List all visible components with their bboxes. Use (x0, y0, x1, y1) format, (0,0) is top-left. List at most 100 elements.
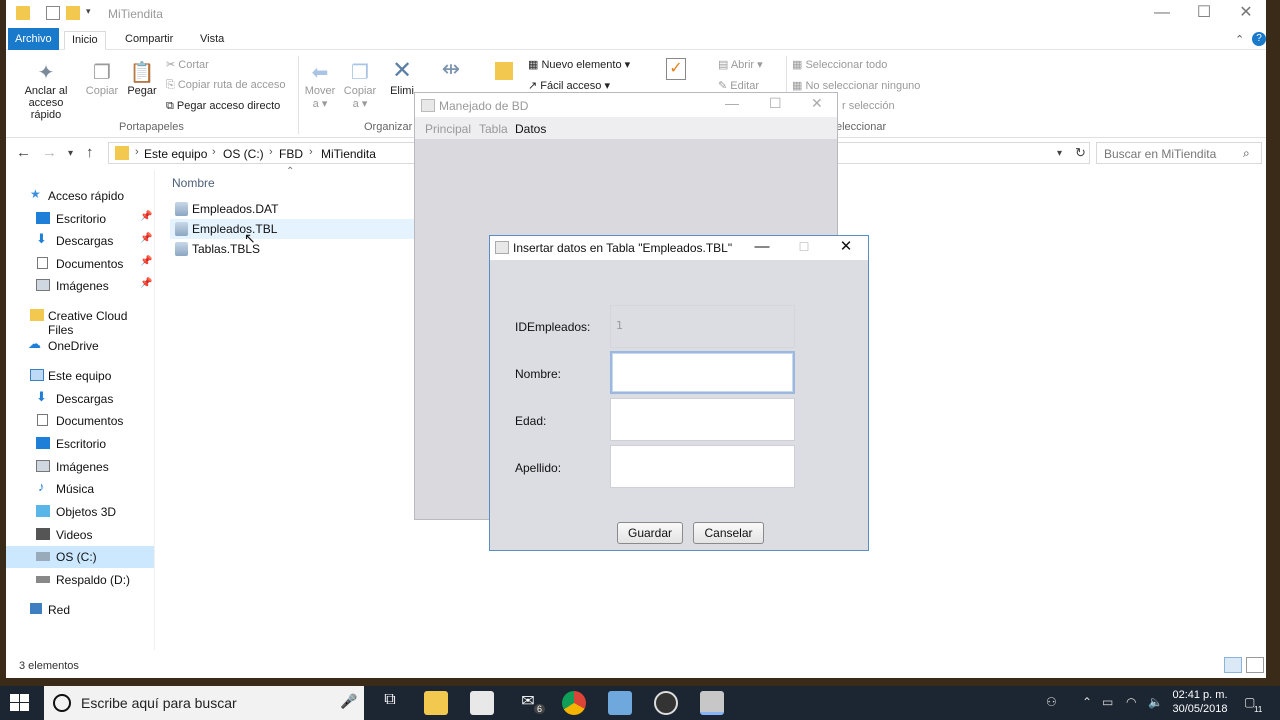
system-clock[interactable]: 02:41 p. m. 30/05/2018 (1168, 688, 1232, 716)
taskbar-search-input[interactable]: Escribe aquí para buscar (81, 695, 237, 711)
chrome-app-icon[interactable] (562, 691, 586, 715)
nav-creative-cloud[interactable]: Creative Cloud Files (6, 305, 154, 337)
select-all-button[interactable]: ▦ Seleccionar todo (792, 58, 887, 71)
nav-imagenes[interactable]: Imágenes 📌 (6, 275, 154, 297)
nav-este-equipo[interactable]: Este equipo (6, 365, 154, 387)
java-taskbar-icon[interactable] (700, 691, 724, 715)
maximize-button[interactable]: ☐ (1182, 0, 1226, 28)
task-view-icon[interactable]: ⧉ (378, 691, 402, 715)
nav-documentos[interactable]: Documentos 📌 (6, 253, 154, 275)
pin-icon[interactable]: 📌 (140, 211, 152, 222)
store-app-icon[interactable] (470, 691, 494, 715)
file-row[interactable]: Empleados.DAT (170, 199, 414, 219)
taskbar-search[interactable]: Escribe aquí para buscar 🎤 (44, 686, 364, 720)
cancel-button[interactable]: Canselar (693, 522, 764, 544)
easy-access-button[interactable]: ↗ Fácil acceso ▾ (528, 79, 610, 92)
nav-pc-imagenes[interactable]: Imágenes (6, 456, 154, 478)
address-dropdown-icon[interactable]: ▾ (1057, 148, 1062, 159)
windows-start-icon[interactable] (10, 694, 30, 712)
nav-respaldo-d[interactable]: Respaldo (D:) (6, 569, 154, 591)
maximize-button[interactable]: ☐ (784, 237, 824, 259)
paste-shortcut-button[interactable]: ⧉ Pegar acceso directo (166, 100, 280, 113)
pin-icon[interactable]: 📌 (140, 278, 152, 289)
battery-icon[interactable]: ▭ (1102, 695, 1113, 709)
minimize-button[interactable]: — (725, 95, 739, 111)
apellido-field[interactable] (610, 445, 795, 488)
file-row[interactable]: Empleados.TBL (170, 219, 414, 239)
copy-button[interactable]: ❐ Copiar (84, 60, 120, 97)
pin-icon[interactable]: 📌 (140, 233, 152, 244)
pin-quick-access-button[interactable]: ✦ Anclar al acceso rápido (12, 60, 80, 121)
help-icon[interactable]: ? (1252, 32, 1266, 46)
nav-pc-documentos[interactable]: Documentos (6, 410, 154, 432)
select-none-button[interactable]: ▦ No seleccionar ninguno (792, 79, 920, 92)
forward-arrow-icon[interactable]: → (42, 144, 57, 161)
collapse-ribbon-icon[interactable]: ⌃ (1228, 31, 1251, 50)
nav-os-c[interactable]: OS (C:) (6, 546, 154, 568)
edad-field[interactable] (610, 398, 795, 441)
nav-acceso-rapido[interactable]: ★ Acceso rápido (6, 185, 154, 207)
rename-icon[interactable]: ⇹ (436, 56, 466, 82)
qat-dropdown-icon[interactable]: ▾ (86, 6, 100, 20)
up-arrow-icon[interactable]: ↑ (86, 144, 94, 161)
crumb-mitiendita[interactable]: MiTiendita (321, 147, 376, 161)
microphone-icon[interactable]: 🎤 (340, 693, 357, 710)
file-row[interactable]: Tablas.TBLS (170, 239, 414, 259)
tab-compartir[interactable]: Compartir (118, 31, 180, 50)
tab-vista[interactable]: Vista (193, 31, 231, 50)
volume-icon[interactable]: 🔈 (1148, 695, 1163, 709)
3d-app-icon[interactable] (608, 691, 632, 715)
nav-descargas[interactable]: ⬇ Descargas 📌 (6, 230, 154, 252)
back-arrow-icon[interactable]: ← (16, 144, 31, 161)
save-button[interactable]: Guardar (617, 522, 683, 544)
cut-button[interactable]: ✂ Cortar (166, 58, 209, 71)
delete-button[interactable]: ✕ Elimi (386, 56, 418, 97)
obs-app-icon[interactable] (654, 691, 678, 715)
pin-icon[interactable]: 📌 (140, 256, 152, 267)
nav-pc-escritorio[interactable]: Escritorio (6, 433, 154, 455)
recent-dropdown-icon[interactable]: ▾ (68, 148, 73, 159)
nombre-field[interactable] (610, 351, 795, 394)
close-button[interactable]: ✕ (811, 95, 823, 112)
nav-red[interactable]: Red (6, 599, 154, 621)
nav-pc-descargas[interactable]: ⬇ Descargas (6, 388, 154, 410)
menu-tabla[interactable]: Tabla (479, 122, 508, 136)
maximize-button[interactable]: ☐ (769, 95, 782, 112)
paste-button[interactable]: 📋 Pegar (124, 60, 160, 97)
crumb-fbd[interactable]: FBD (279, 147, 303, 161)
copy-path-button[interactable]: ⎘ Copiar ruta de acceso (166, 79, 285, 92)
new-folder-icon[interactable] (66, 6, 80, 20)
tab-archivo[interactable]: Archivo (8, 28, 59, 50)
crumb-os-c[interactable]: OS (C:) (223, 147, 264, 161)
copy-to-button[interactable]: ❐ Copiar a ▾ (342, 60, 378, 110)
large-icons-view-icon[interactable] (1246, 657, 1264, 673)
nav-escritorio[interactable]: Escritorio 📌 (6, 208, 154, 230)
properties-button[interactable]: ✓ (666, 58, 692, 80)
close-button[interactable]: ✕ (826, 237, 866, 259)
edit-button[interactable]: ✎ Editar (718, 79, 759, 92)
nav-pc-musica[interactable]: ♪ Música (6, 478, 154, 500)
invert-selection-button[interactable]: r selección (842, 100, 895, 112)
menu-principal[interactable]: Principal (425, 122, 471, 136)
close-button[interactable]: ✕ (1224, 0, 1268, 28)
people-icon[interactable]: ⚇ (1046, 695, 1057, 709)
new-item-button[interactable]: ▦ Nuevo elemento ▾ (528, 58, 630, 71)
column-header-nombre[interactable]: Nombre (172, 176, 215, 190)
show-hidden-icons-icon[interactable]: ⌃ (1082, 695, 1092, 709)
refresh-icon[interactable]: ↻ (1075, 145, 1086, 161)
minimize-button[interactable]: — (1140, 0, 1184, 28)
nav-pc-videos[interactable]: Videos (6, 524, 154, 546)
tab-inicio[interactable]: Inicio (64, 31, 106, 50)
search-input[interactable]: Buscar en MiTiendita (1104, 147, 1216, 161)
new-folder-button[interactable] (492, 58, 516, 84)
details-view-icon[interactable] (1224, 657, 1242, 673)
nav-onedrive[interactable]: ☁ OneDrive (6, 335, 154, 357)
wifi-icon[interactable]: ◠ (1126, 695, 1136, 709)
crumb-este-equipo[interactable]: Este equipo (144, 147, 207, 161)
open-button[interactable]: ▤ Abrir ▾ (718, 58, 763, 71)
move-to-button[interactable]: ⬅ Mover a ▾ (302, 60, 338, 110)
minimize-button[interactable]: — (742, 237, 782, 259)
file-explorer-app-icon[interactable] (424, 691, 448, 715)
nav-pc-objetos-3d[interactable]: Objetos 3D (6, 501, 154, 523)
properties-icon[interactable] (46, 6, 60, 20)
